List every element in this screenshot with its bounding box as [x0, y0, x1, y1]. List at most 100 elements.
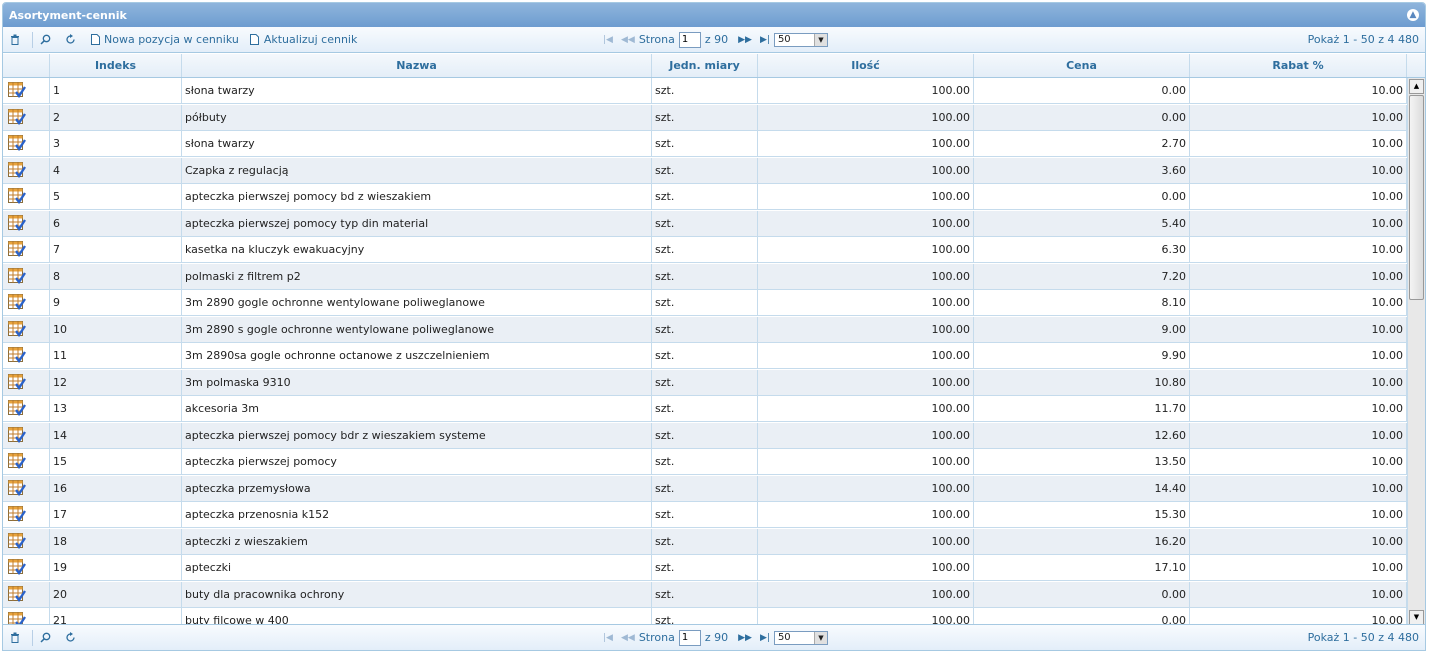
- table-row[interactable]: 20 buty dla pracownika ochrony szt. 100.00 0…: [3, 581, 1407, 608]
- row-select-cell[interactable]: [3, 157, 50, 184]
- row-select-cell[interactable]: [3, 184, 50, 210]
- row-select-cell[interactable]: [3, 555, 50, 581]
- page-size-select[interactable]: 50 ▼: [773, 32, 828, 47]
- search-button[interactable]: [39, 632, 54, 644]
- table-row[interactable]: 3 słona twarzy szt. 100.00 2.70 10.00: [3, 131, 1407, 157]
- header-col-quantity[interactable]: Ilość: [758, 54, 974, 77]
- table-row[interactable]: 17 apteczka przenosnia k152 szt. 100.00 15.3…: [3, 502, 1407, 528]
- prev-page-icon[interactable]: ◀◀: [621, 633, 635, 643]
- table-row[interactable]: 7 kasetka na kluczyk ewakuacyjny szt. 100.…: [3, 237, 1407, 263]
- table-row[interactable]: 19 apteczki szt. 100.00 17.10 10.00: [3, 555, 1407, 581]
- edit-row-icon[interactable]: [8, 82, 26, 99]
- row-select-cell[interactable]: [3, 581, 50, 608]
- refresh-button[interactable]: [64, 631, 79, 644]
- edit-row-icon[interactable]: [8, 532, 26, 549]
- scroll-thumb[interactable]: [1409, 95, 1424, 300]
- cell-name: apteczka przemysłowa: [182, 475, 652, 502]
- last-page-icon[interactable]: ▶|: [760, 35, 770, 45]
- row-select-cell[interactable]: [3, 104, 50, 131]
- edit-row-icon[interactable]: [8, 585, 26, 602]
- cell-index: 10: [50, 316, 182, 343]
- edit-row-icon[interactable]: [8, 161, 26, 178]
- cell-price: 2.70: [974, 131, 1190, 157]
- table-row[interactable]: 10 3m 2890 s gogle ochronne wentylowane p…: [3, 316, 1407, 343]
- header-col-price[interactable]: Cena: [974, 54, 1190, 77]
- table-row[interactable]: 1 słona twarzy szt. 100.00 0.00 10.00: [3, 78, 1407, 104]
- edit-row-icon[interactable]: [8, 506, 26, 523]
- edit-row-icon[interactable]: [8, 453, 26, 470]
- table-row[interactable]: 8 polmaski z filtrem p2 szt. 100.00 7.20 10.…: [3, 263, 1407, 290]
- row-select-cell[interactable]: [3, 263, 50, 290]
- refresh-button[interactable]: [64, 33, 79, 46]
- edit-row-icon[interactable]: [8, 135, 26, 152]
- update-price-list-label: Aktualizuj cennik: [263, 33, 358, 46]
- edit-row-icon[interactable]: [8, 108, 26, 125]
- collapse-icon[interactable]: ▲: [1407, 9, 1419, 21]
- first-page-icon[interactable]: |◀: [603, 35, 613, 45]
- search-button[interactable]: [39, 34, 54, 46]
- scroll-up-icon[interactable]: ▲: [1409, 79, 1424, 94]
- header-col-select[interactable]: [3, 54, 50, 77]
- delete-button[interactable]: [9, 632, 24, 644]
- vertical-scrollbar[interactable]: ▲ ▼: [1407, 78, 1425, 626]
- row-select-cell[interactable]: [3, 210, 50, 237]
- table-row[interactable]: 16 apteczka przemysłowa szt. 100.00 14.40 10.…: [3, 475, 1407, 502]
- table-row[interactable]: 4 Czapka z regulacją szt. 100.00 3.60 10.00: [3, 157, 1407, 184]
- first-page-icon[interactable]: |◀: [603, 633, 613, 643]
- edit-row-icon[interactable]: [8, 214, 26, 231]
- edit-row-icon[interactable]: [8, 479, 26, 496]
- row-select-cell[interactable]: [3, 396, 50, 422]
- page-number-input[interactable]: [678, 31, 701, 48]
- row-select-cell[interactable]: [3, 316, 50, 343]
- row-select-cell[interactable]: [3, 502, 50, 528]
- edit-row-icon[interactable]: [8, 294, 26, 311]
- table-row[interactable]: 18 apteczki z wieszakiem szt. 100.00 16.20 10…: [3, 528, 1407, 555]
- row-select-cell[interactable]: [3, 78, 50, 104]
- row-select-cell[interactable]: [3, 475, 50, 502]
- header-col-unit[interactable]: Jedn. miary: [652, 54, 758, 77]
- scroll-down-icon[interactable]: ▼: [1409, 610, 1424, 625]
- table-row[interactable]: 5 apteczka pierwszej pomocy bd z wieszaki…: [3, 184, 1407, 210]
- header-col-index[interactable]: Indeks: [50, 54, 182, 77]
- table-row[interactable]: 12 3m polmaska 9310 szt. 100.00 10.80 10.00: [3, 369, 1407, 396]
- table-row[interactable]: 13 akcesoria 3m szt. 100.00 11.70 10.00: [3, 396, 1407, 422]
- edit-row-icon[interactable]: [8, 559, 26, 576]
- edit-row-icon[interactable]: [8, 267, 26, 284]
- row-select-cell[interactable]: [3, 422, 50, 449]
- next-page-icon[interactable]: ▶▶: [738, 633, 752, 643]
- header-col-discount[interactable]: Rabat %: [1190, 54, 1407, 77]
- cell-price: 15.30: [974, 502, 1190, 528]
- row-select-cell[interactable]: [3, 449, 50, 475]
- edit-row-icon[interactable]: [8, 347, 26, 364]
- edit-row-icon[interactable]: [8, 188, 26, 205]
- edit-row-icon[interactable]: [8, 241, 26, 258]
- page-number-input[interactable]: [678, 629, 701, 646]
- row-select-cell[interactable]: [3, 131, 50, 157]
- table-row[interactable]: 15 apteczka pierwszej pomocy szt. 100.00 13.…: [3, 449, 1407, 475]
- row-select-cell[interactable]: [3, 290, 50, 316]
- table-row[interactable]: 9 3m 2890 gogle ochronne wentylowane poli…: [3, 290, 1407, 316]
- row-select-cell[interactable]: [3, 343, 50, 369]
- page-size-select[interactable]: 50 ▼: [773, 630, 828, 645]
- last-page-icon[interactable]: ▶|: [760, 633, 770, 643]
- row-select-cell[interactable]: [3, 369, 50, 396]
- table-row[interactable]: 14 apteczka pierwszej pomocy bdr z wiesza…: [3, 422, 1407, 449]
- next-page-icon[interactable]: ▶▶: [738, 35, 752, 45]
- row-select-cell[interactable]: [3, 237, 50, 263]
- table-row[interactable]: 2 półbuty szt. 100.00 0.00 10.00: [3, 104, 1407, 131]
- update-price-list-button[interactable]: Aktualizuj cennik: [249, 33, 358, 46]
- delete-button[interactable]: [9, 34, 24, 46]
- table-row[interactable]: 6 apteczka pierwszej pomocy typ din mate…: [3, 210, 1407, 237]
- cell-price: 9.90: [974, 343, 1190, 369]
- edit-row-icon[interactable]: [8, 400, 26, 417]
- table-row[interactable]: 11 3m 2890sa gogle ochronne octanowe z us…: [3, 343, 1407, 369]
- edit-row-icon[interactable]: [8, 426, 26, 443]
- prev-page-icon[interactable]: ◀◀: [621, 35, 635, 45]
- new-price-item-button[interactable]: Nowa pozycja w cenniku: [89, 33, 239, 46]
- edit-row-icon[interactable]: [8, 373, 26, 390]
- cell-quantity: 100.00: [758, 316, 974, 343]
- row-select-cell[interactable]: [3, 528, 50, 555]
- edit-row-icon[interactable]: [8, 320, 26, 337]
- header-col-name[interactable]: Nazwa: [182, 54, 652, 77]
- cell-name: polmaski z filtrem p2: [182, 263, 652, 290]
